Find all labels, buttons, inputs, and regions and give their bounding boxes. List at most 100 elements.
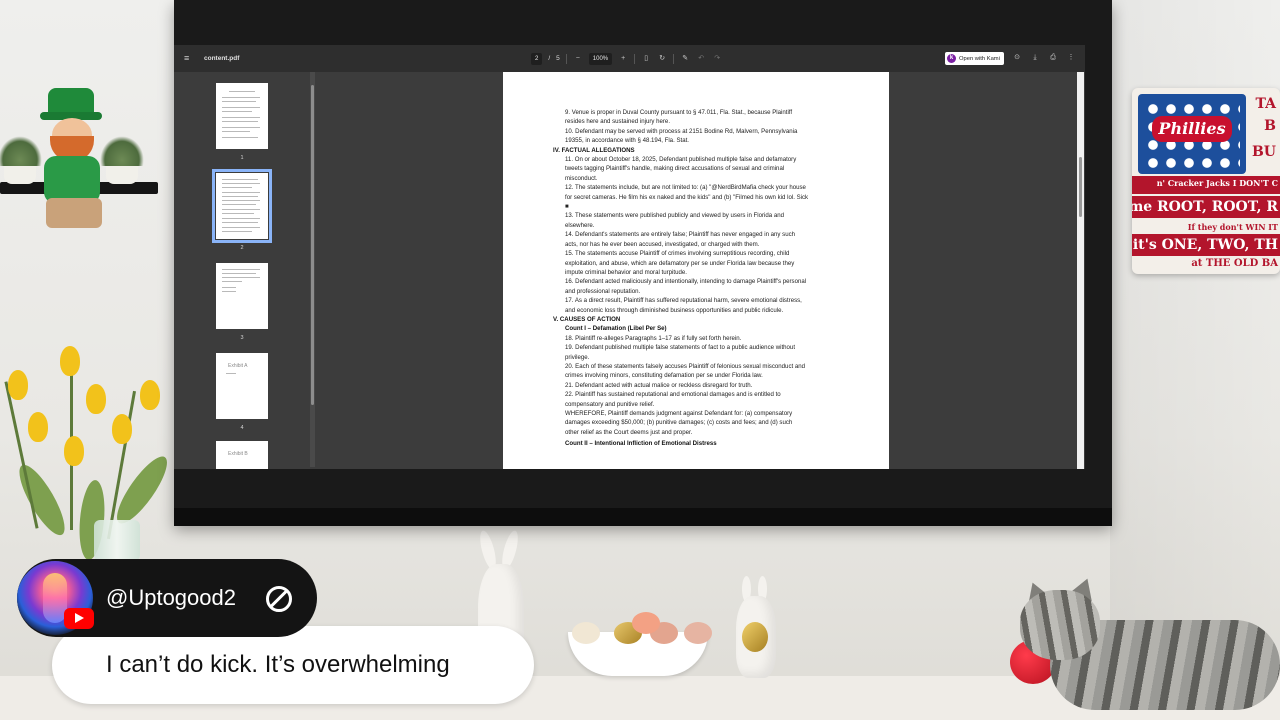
text-line: exploitation, and abuse, which are defam… bbox=[565, 259, 795, 267]
document-title: content.pdf bbox=[204, 55, 240, 62]
draw-icon[interactable]: ✎ bbox=[680, 54, 690, 64]
toolbar-right: ⊙ ⤓ ⎙ ⋮ bbox=[1012, 53, 1076, 63]
text-line: 19. Defendant published multiple false s… bbox=[565, 344, 796, 352]
thumbnail-number: 2 bbox=[240, 245, 244, 251]
potted-plant-left bbox=[0, 136, 42, 184]
text-line: resides here and sustained injury here. bbox=[565, 118, 671, 126]
main-scrollbar-thumb[interactable] bbox=[1079, 157, 1082, 217]
egg bbox=[632, 612, 660, 634]
text-line: other relief as the Court deems just and… bbox=[565, 428, 693, 436]
text-line: 11. On or about October 18, 2025, Defend… bbox=[565, 156, 797, 164]
text-line: and professional reputation. bbox=[565, 287, 641, 295]
text-line: 10. Defendant may be served with process… bbox=[565, 127, 798, 135]
sign-text: at THE OLD BA bbox=[1191, 258, 1278, 269]
page-text: 9. Venue is proper in Duval County pursu… bbox=[553, 108, 843, 449]
sign-text: Let me ROOT, ROOT, R bbox=[1132, 199, 1278, 215]
thumbnail-page-5[interactable]: Exhibit B bbox=[216, 441, 268, 469]
more-icon[interactable]: ⋮ bbox=[1066, 53, 1076, 63]
tabby-cat bbox=[1010, 574, 1280, 720]
undo-icon[interactable]: ↶ bbox=[696, 54, 706, 64]
text-line: 13. These statements were published publ… bbox=[565, 212, 785, 220]
page-separator: / bbox=[548, 55, 551, 62]
text-line: 12. The statements include, but are not … bbox=[565, 184, 806, 192]
zoom-input[interactable]: 100% bbox=[588, 52, 613, 65]
zoom-out-icon[interactable]: − bbox=[573, 54, 583, 64]
thumbnail-image bbox=[216, 83, 268, 149]
redo-icon[interactable]: ↷ bbox=[712, 54, 722, 64]
print-icon[interactable]: ⎙ bbox=[1048, 53, 1058, 63]
thumbnail-page-1[interactable]: 1 bbox=[216, 83, 268, 161]
thumbnail-number: 4 bbox=[240, 425, 244, 431]
thumbnail-image bbox=[212, 169, 272, 243]
pdf-toolbar: ≡ content.pdf 2 / 5 − 100% + ▯ ↻ ✎ ↶ ↷ k… bbox=[174, 45, 1085, 72]
egg bbox=[684, 622, 712, 644]
text-line: misconduct. bbox=[565, 174, 598, 182]
chat-username: @Uptogood2 bbox=[106, 585, 236, 610]
thumbnail-page-4[interactable]: Exhibit A 4 bbox=[216, 353, 268, 431]
toolbar-divider bbox=[634, 53, 636, 64]
text-line: 14. Defendant's statements are entirely … bbox=[565, 231, 796, 239]
sidebar-scrollbar-thumb[interactable] bbox=[311, 85, 314, 405]
fit-page-icon[interactable]: ▯ bbox=[641, 54, 651, 64]
thumbnail-image: Exhibit B bbox=[216, 441, 268, 469]
text-line: ■ bbox=[565, 203, 569, 211]
text-line: 16. Defendant acted maliciously and inte… bbox=[565, 278, 807, 286]
thumbnail-sidebar: 1 2 3 Exhibit A 4 Exhibit B bbox=[174, 72, 316, 469]
sign-text: n' Cracker Jacks I DON'T C bbox=[1156, 178, 1278, 188]
main-scrollbar[interactable] bbox=[1077, 72, 1084, 469]
thumbnail-number: 1 bbox=[240, 155, 244, 161]
page-total: 5 bbox=[556, 55, 560, 62]
zoom-in-icon[interactable]: + bbox=[618, 54, 628, 64]
ban-icon bbox=[266, 586, 292, 612]
subsection-heading: Count I – Defamation (Libel Per Se) bbox=[565, 325, 667, 333]
text-line: crimes involving minors, constituting de… bbox=[565, 372, 763, 380]
kami-icon: k bbox=[947, 54, 956, 63]
exhibit-label: Exhibit B bbox=[228, 451, 248, 457]
text-line: 22. Plaintiff has sustained reputational… bbox=[565, 391, 781, 399]
glass-vase bbox=[94, 520, 140, 564]
page-number-input[interactable]: 2 bbox=[531, 52, 543, 65]
text-line: impute criminal behavior and moral turpi… bbox=[565, 268, 687, 276]
annotate-icon[interactable]: ⊙ bbox=[1012, 53, 1022, 63]
text-line: 15. The statements accuse Plaintiff of c… bbox=[565, 250, 790, 258]
text-line: tweets tagging Plaintiff's handle, makin… bbox=[565, 165, 785, 173]
toolbar-center: 2 / 5 − 100% + ▯ ↻ ✎ ↶ ↷ bbox=[531, 52, 722, 65]
egg bbox=[572, 622, 600, 644]
download-icon[interactable]: ⤓ bbox=[1030, 53, 1040, 63]
sign-text: If they don't WIN IT bbox=[1187, 222, 1278, 232]
pdf-viewer: ≡ content.pdf 2 / 5 − 100% + ▯ ↻ ✎ ↶ ↷ k… bbox=[174, 45, 1085, 469]
phillies-sign: Phillies TA B BU n' Cracker Jacks I DON'… bbox=[1132, 88, 1280, 274]
text-line: WHEREFORE, Plaintiff demands judgment ag… bbox=[565, 410, 793, 417]
open-with-kami-button[interactable]: k Open with Kami bbox=[945, 52, 1004, 65]
menu-icon[interactable]: ≡ bbox=[184, 53, 194, 63]
rotate-icon[interactable]: ↻ bbox=[657, 54, 667, 64]
text-line: 18. Plaintiff re-alleges Paragraphs 1–17… bbox=[565, 334, 742, 342]
text-line: 21. Defendant acted with actual malice o… bbox=[565, 381, 753, 389]
chat-message-text: I can’t do kick. It’s overwhelming bbox=[106, 651, 450, 678]
thumbnail-image bbox=[216, 263, 268, 329]
section-heading: V. CAUSES OF ACTION bbox=[553, 315, 621, 323]
thumbnail-number: 3 bbox=[240, 335, 244, 341]
text-line: privilege. bbox=[565, 353, 590, 361]
text-line: for secret cameras. He film his ex naked… bbox=[565, 193, 809, 201]
potted-plant-right bbox=[100, 136, 144, 184]
phillies-logo: Phillies bbox=[1152, 116, 1232, 142]
thumbnail-page-3[interactable]: 3 bbox=[216, 263, 268, 341]
thumbnail-page-2[interactable]: 2 bbox=[212, 169, 272, 251]
text-line: and economic loss through diminished bus… bbox=[565, 306, 784, 314]
sign-text: BU bbox=[1251, 144, 1276, 160]
youtube-icon bbox=[64, 608, 94, 629]
exhibit-label: Exhibit A bbox=[228, 363, 248, 369]
text-line: 17. As a direct result, Plaintiff has su… bbox=[565, 297, 802, 305]
toolbar-divider bbox=[565, 53, 567, 64]
sign-text: TA bbox=[1255, 96, 1276, 112]
text-line: 19355, in accordance with § 48.194, Fla.… bbox=[565, 137, 689, 145]
monitor-bezel bbox=[174, 508, 1112, 526]
sign-text: B bbox=[1264, 118, 1276, 134]
toolbar-divider bbox=[673, 53, 675, 64]
section-heading: IV. FACTUAL ALLEGATIONS bbox=[553, 146, 635, 154]
text-line: acts, nor has he ever been accused, inve… bbox=[565, 240, 760, 248]
text-line: 20. Each of these statements falsely acc… bbox=[565, 362, 806, 370]
open-with-kami-label: Open with Kami bbox=[959, 55, 1000, 62]
text-line: elsewhere. bbox=[565, 221, 595, 229]
